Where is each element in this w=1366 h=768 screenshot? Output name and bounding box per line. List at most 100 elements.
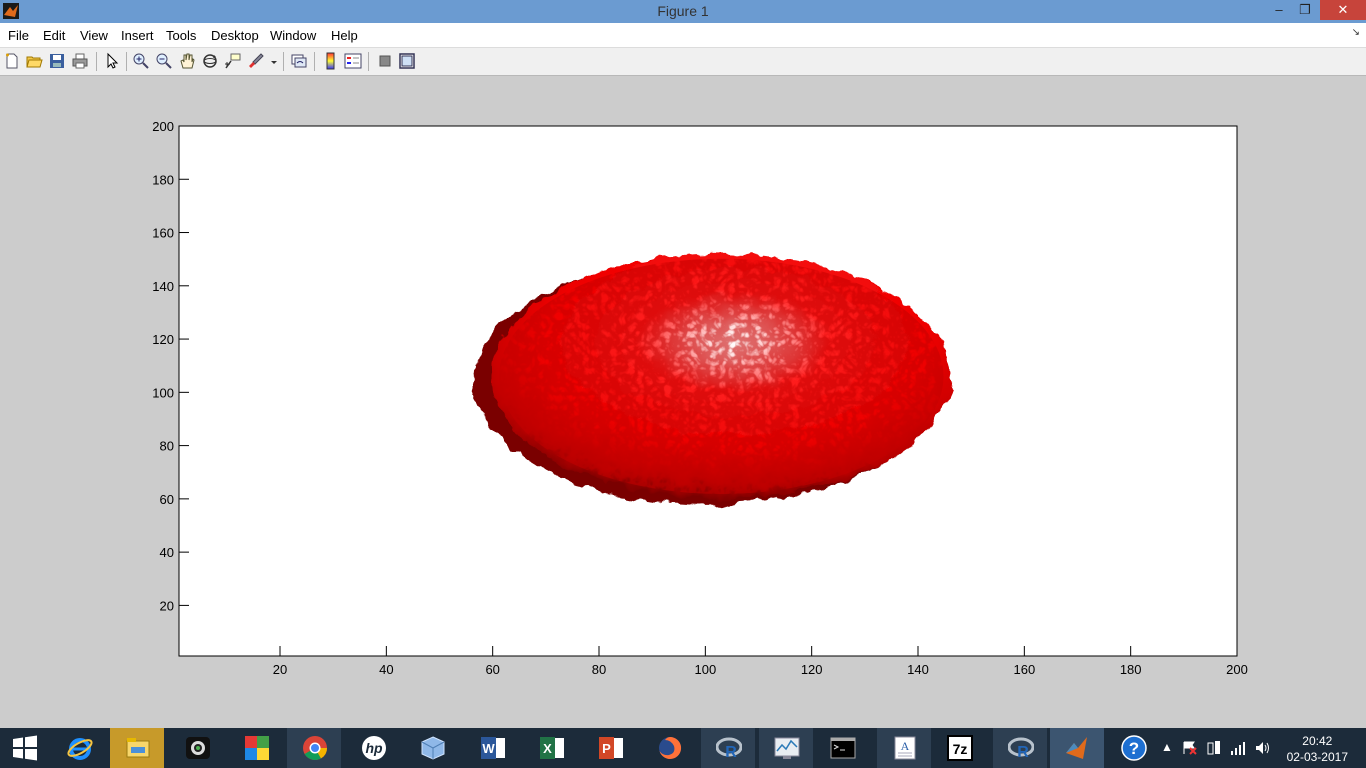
- title-bar: Figure 1 – ❐ ✕: [0, 0, 1366, 23]
- menu-view[interactable]: View: [80, 28, 108, 43]
- toolbar-separator: [96, 52, 97, 71]
- excel-icon: X: [540, 737, 564, 759]
- word-icon: W: [481, 737, 505, 759]
- wifi-signal-icon[interactable]: [1230, 740, 1246, 756]
- start-button[interactable]: [0, 728, 50, 768]
- y-tick-label: 20: [160, 598, 174, 613]
- taskbar-r-studio[interactable]: R: [993, 728, 1047, 768]
- clock-time: 20:42: [1302, 734, 1333, 748]
- taskbar-webcam[interactable]: [170, 728, 224, 768]
- taskbar-document-viewer[interactable]: A: [877, 728, 931, 768]
- surface-texture: [499, 258, 944, 494]
- r-icon: R: [716, 737, 742, 761]
- tray-flag-icon[interactable]: [1182, 741, 1198, 755]
- taskbar-powerpoint[interactable]: P: [583, 728, 637, 768]
- svg-text:W: W: [482, 741, 495, 756]
- internet-explorer-icon: [67, 738, 93, 760]
- figure-canvas[interactable]: 20 40 60 80 100 120 140 160 180 200 20 40 60 80 100 12…: [0, 76, 1366, 728]
- data-cursor-icon[interactable]: [224, 52, 242, 70]
- zoom-in-icon[interactable]: [132, 52, 150, 70]
- svg-text:R: R: [725, 744, 737, 761]
- insert-legend-icon[interactable]: [344, 52, 362, 70]
- taskbar-puzzle-app[interactable]: [229, 728, 283, 768]
- virtualbox-icon: [421, 736, 445, 760]
- help-icon: ?: [1121, 735, 1147, 761]
- tray-network-device-icon[interactable]: [1207, 740, 1221, 756]
- svg-text:P: P: [602, 741, 611, 756]
- restore-button[interactable]: ❐: [1291, 0, 1319, 20]
- save-icon[interactable]: [48, 52, 66, 70]
- new-figure-icon[interactable]: [3, 52, 21, 70]
- x-tick-label: 140: [907, 662, 929, 677]
- volume-icon[interactable]: [1254, 740, 1270, 756]
- y-tick-label: 180: [152, 172, 174, 187]
- edit-plot-icon[interactable]: [103, 52, 121, 70]
- document-viewer-icon: A: [894, 736, 916, 760]
- menu-desktop[interactable]: Desktop: [211, 28, 259, 43]
- x-tick-label: 200: [1226, 662, 1248, 677]
- hp-icon: hp: [362, 736, 386, 760]
- taskbar-firefox[interactable]: [642, 728, 696, 768]
- menu-edit[interactable]: Edit: [43, 28, 65, 43]
- brush-icon[interactable]: [247, 52, 265, 70]
- taskbar-ie[interactable]: [52, 728, 106, 768]
- toolbar-separator: [283, 52, 284, 71]
- figure-toolbar: [0, 48, 1366, 76]
- taskbar-excel[interactable]: X: [524, 728, 578, 768]
- window-title: Figure 1: [657, 3, 709, 19]
- taskbar-performance-monitor[interactable]: [759, 728, 813, 768]
- clock-date: 02-03-2017: [1286, 750, 1348, 764]
- tray-overflow-icon[interactable]: ▲: [1161, 740, 1173, 754]
- taskbar-explorer[interactable]: [110, 728, 164, 768]
- webcam-icon: [186, 737, 210, 759]
- y-tick-label: 160: [152, 226, 174, 241]
- menu-help[interactable]: Help: [331, 28, 358, 43]
- dock-figure-icon[interactable]: ↘: [1352, 27, 1360, 38]
- link-plot-icon[interactable]: [290, 52, 308, 70]
- y-tick-label: 100: [152, 385, 174, 400]
- svg-text:?: ?: [1129, 739, 1139, 758]
- pan-hand-icon[interactable]: [178, 52, 196, 70]
- svg-text:A: A: [901, 739, 910, 753]
- taskbar-matlab[interactable]: [1050, 728, 1104, 768]
- rotate-3d-icon[interactable]: [201, 52, 219, 70]
- svg-text:hp: hp: [365, 740, 383, 756]
- x-tick-label: 20: [273, 662, 287, 677]
- menu-insert[interactable]: Insert: [121, 28, 154, 43]
- menu-window[interactable]: Window: [270, 28, 316, 43]
- system-clock[interactable]: 20:42 02-03-2017: [1287, 733, 1348, 765]
- taskbar-7zip[interactable]: 7z: [932, 728, 986, 768]
- hide-plot-tools-icon[interactable]: [376, 52, 394, 70]
- svg-text:X: X: [543, 741, 552, 756]
- menu-tools[interactable]: Tools: [166, 28, 196, 43]
- x-tick-label: 80: [592, 662, 606, 677]
- chrome-icon: [303, 736, 327, 761]
- taskbar-help[interactable]: ?: [1106, 728, 1160, 768]
- taskbar-r[interactable]: R: [701, 728, 755, 768]
- x-tick-label: 180: [1120, 662, 1142, 677]
- x-tick-label: 100: [694, 662, 716, 677]
- toolbar-separator: [314, 52, 315, 71]
- taskbar-hp[interactable]: hp: [346, 728, 400, 768]
- r-studio-icon: R: [1008, 737, 1034, 761]
- x-tick-label: 60: [485, 662, 499, 677]
- taskbar-word[interactable]: W: [465, 728, 519, 768]
- minimize-button[interactable]: –: [1265, 0, 1293, 20]
- y-tick-label: 200: [152, 119, 174, 134]
- insert-colorbar-icon[interactable]: [322, 52, 340, 70]
- brush-dropdown-icon[interactable]: [268, 52, 280, 70]
- print-icon[interactable]: [71, 52, 89, 70]
- x-tick-label: 160: [1013, 662, 1035, 677]
- open-file-icon[interactable]: [25, 52, 43, 70]
- file-explorer-icon: [126, 738, 150, 758]
- toolbar-separator: [126, 52, 127, 71]
- taskbar-command-prompt[interactable]: [815, 728, 869, 768]
- puzzle-app-icon: [245, 736, 269, 760]
- zoom-out-icon[interactable]: [155, 52, 173, 70]
- show-plot-tools-icon[interactable]: [398, 52, 416, 70]
- close-button[interactable]: ✕: [1320, 0, 1366, 20]
- taskbar-virtualbox[interactable]: [405, 728, 459, 768]
- menu-file[interactable]: File: [8, 28, 29, 43]
- taskbar-chrome[interactable]: [287, 728, 341, 768]
- plot-area[interactable]: 20 40 60 80 100 120 140 160 180 200 20 40 60 80 100 12…: [0, 76, 1366, 728]
